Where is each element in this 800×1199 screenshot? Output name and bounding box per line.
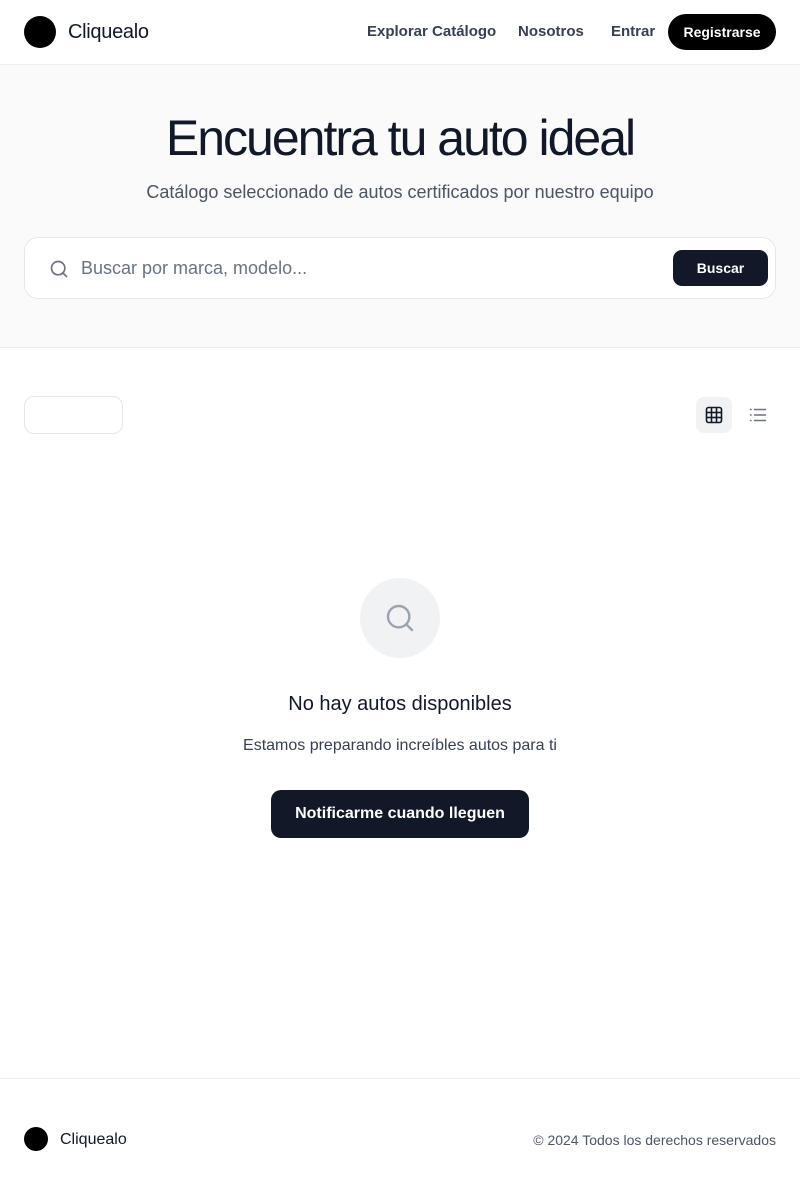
empty-state-icon-badge xyxy=(360,578,440,658)
footer-brand-name: Cliquealo xyxy=(60,1131,127,1148)
notify-me-button[interactable]: Notificarme cuando lleguen xyxy=(271,790,529,838)
nav-about-us[interactable]: Nosotros xyxy=(518,22,584,42)
brand-name[interactable]: Cliquealo xyxy=(68,20,149,44)
footer-copyright: © 2024 Todos los derechos reservados xyxy=(533,1132,776,1148)
search-input[interactable] xyxy=(81,253,661,283)
search-bar: Buscar xyxy=(24,237,776,299)
top-header: Cliquealo Explorar Catálogo Nosotros Ent… xyxy=(0,0,800,65)
hero-section: Encuentra tu auto ideal Catálogo selecci… xyxy=(0,65,800,348)
search-icon xyxy=(386,604,414,632)
search-icon xyxy=(49,259,69,279)
register-button[interactable]: Registrarse xyxy=(668,14,776,50)
search-button[interactable]: Buscar xyxy=(673,250,768,286)
hero-subtitle: Catálogo seleccionado de autos certifica… xyxy=(146,182,654,202)
hero-title: Encuentra tu auto ideal xyxy=(165,110,636,166)
grid-view-button[interactable] xyxy=(696,397,732,433)
filter-select[interactable] xyxy=(24,396,123,434)
nav-explore-catalog[interactable]: Explorar Catálogo xyxy=(367,22,496,42)
nav-login[interactable]: Entrar xyxy=(611,22,655,42)
list-icon xyxy=(749,408,767,422)
list-view-button[interactable] xyxy=(740,397,776,433)
page-footer: Cliquealo © 2024 Todos los derechos rese… xyxy=(0,1078,800,1199)
footer-logo-icon xyxy=(24,1127,48,1151)
logo-icon[interactable] xyxy=(24,16,56,48)
empty-state-title: No hay autos disponibles xyxy=(288,693,512,715)
empty-state-description: Estamos preparando increíbles autos para… xyxy=(243,737,557,754)
grid-icon xyxy=(705,406,723,424)
